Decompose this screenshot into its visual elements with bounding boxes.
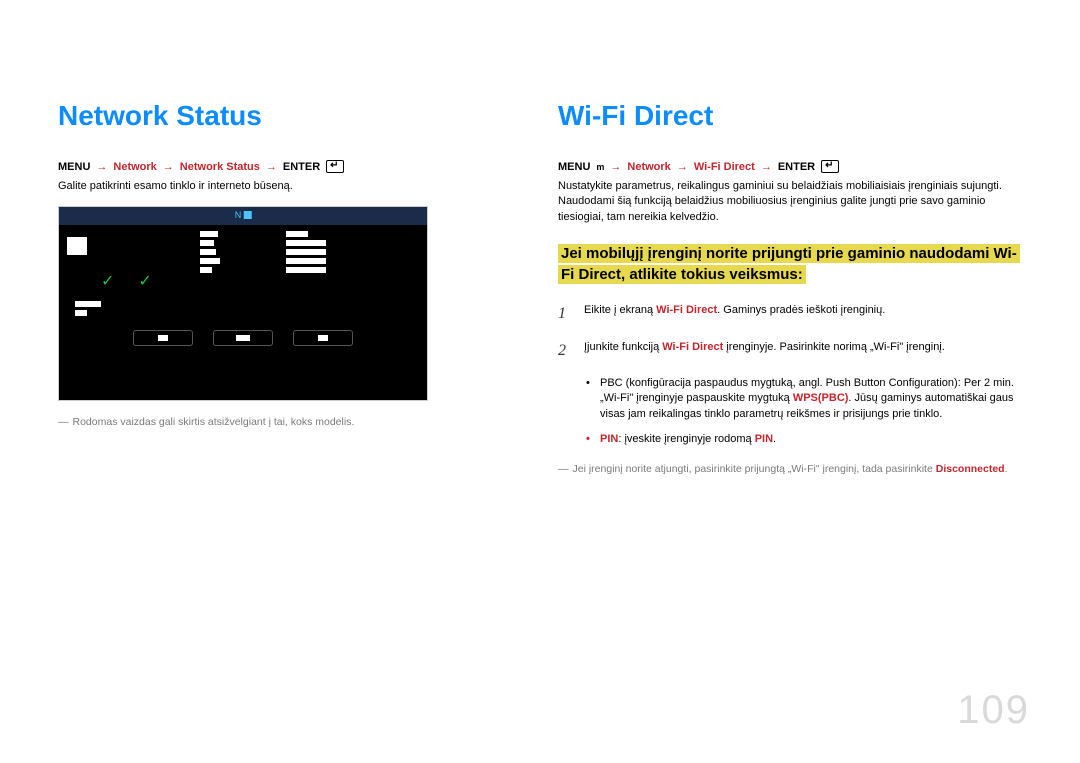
heading-network-status: Network Status [58, 100, 488, 132]
arrow-icon: → [96, 161, 107, 173]
arrow-icon: → [677, 161, 688, 173]
bullet-pbc: • PBC (konfigūracija paspaudus mygtuką, … [586, 376, 1030, 422]
arrow-icon: → [761, 161, 772, 173]
arrow-icon: → [266, 161, 277, 173]
screenshot-button [293, 330, 353, 346]
arrow-icon: → [163, 161, 174, 173]
page-number: 109 [957, 688, 1030, 733]
heading-wifi-direct: Wi-Fi Direct [558, 100, 1030, 132]
left-description: Galite patikrinti esamo tinklo ir intern… [58, 179, 488, 194]
menu-l3: ENTER [778, 161, 815, 173]
enter-icon [326, 160, 344, 173]
step-number: 2 [558, 340, 572, 362]
screenshot-title: N [235, 210, 252, 220]
right-footnote: ― Jei įrenginį norite atjungti, pasirink… [558, 462, 1030, 477]
instruction-highlight: Jei mobilųjį įrenginį norite prijungti p… [558, 244, 1020, 284]
right-description: Nustatykite parametrus, reikalingus gami… [558, 179, 1030, 225]
enter-icon [821, 160, 839, 173]
menu-l1: Network [627, 161, 670, 173]
check-icon: ✓ [101, 271, 114, 291]
arrow-icon: → [610, 161, 621, 173]
menu-l2: Network Status [180, 161, 260, 173]
menu-path-right: MENU m → Network → Wi-Fi Direct → ENTER [558, 160, 1030, 173]
network-status-screenshot: N ✓ ✓ [58, 206, 428, 401]
menu-m-icon: m [596, 162, 604, 172]
screenshot-button [213, 330, 273, 346]
step-1: 1 Eikite į ekraną Wi-Fi Direct. Gaminys … [558, 303, 1030, 325]
menu-label: MENU [558, 161, 590, 173]
menu-l3: ENTER [283, 161, 320, 173]
menu-path-left: MENU → Network → Network Status → ENTER [58, 160, 488, 173]
left-footnote: ― Rodomas vaizdas gali skirtis atsižvelg… [58, 415, 488, 430]
menu-label: MENU [58, 161, 90, 173]
check-icon: ✓ [138, 271, 151, 291]
step-2: 2 Įjunkite funkciją Wi-Fi Direct įrengin… [558, 340, 1030, 362]
dash-icon: ― [558, 462, 569, 477]
bullet-pin: • PIN: įveskite įrenginyje rodomą PIN. [586, 432, 1030, 447]
dash-icon: ― [58, 415, 69, 430]
screenshot-button [133, 330, 193, 346]
menu-l1: Network [113, 161, 156, 173]
menu-l2: Wi-Fi Direct [694, 161, 755, 173]
step-number: 1 [558, 303, 572, 325]
